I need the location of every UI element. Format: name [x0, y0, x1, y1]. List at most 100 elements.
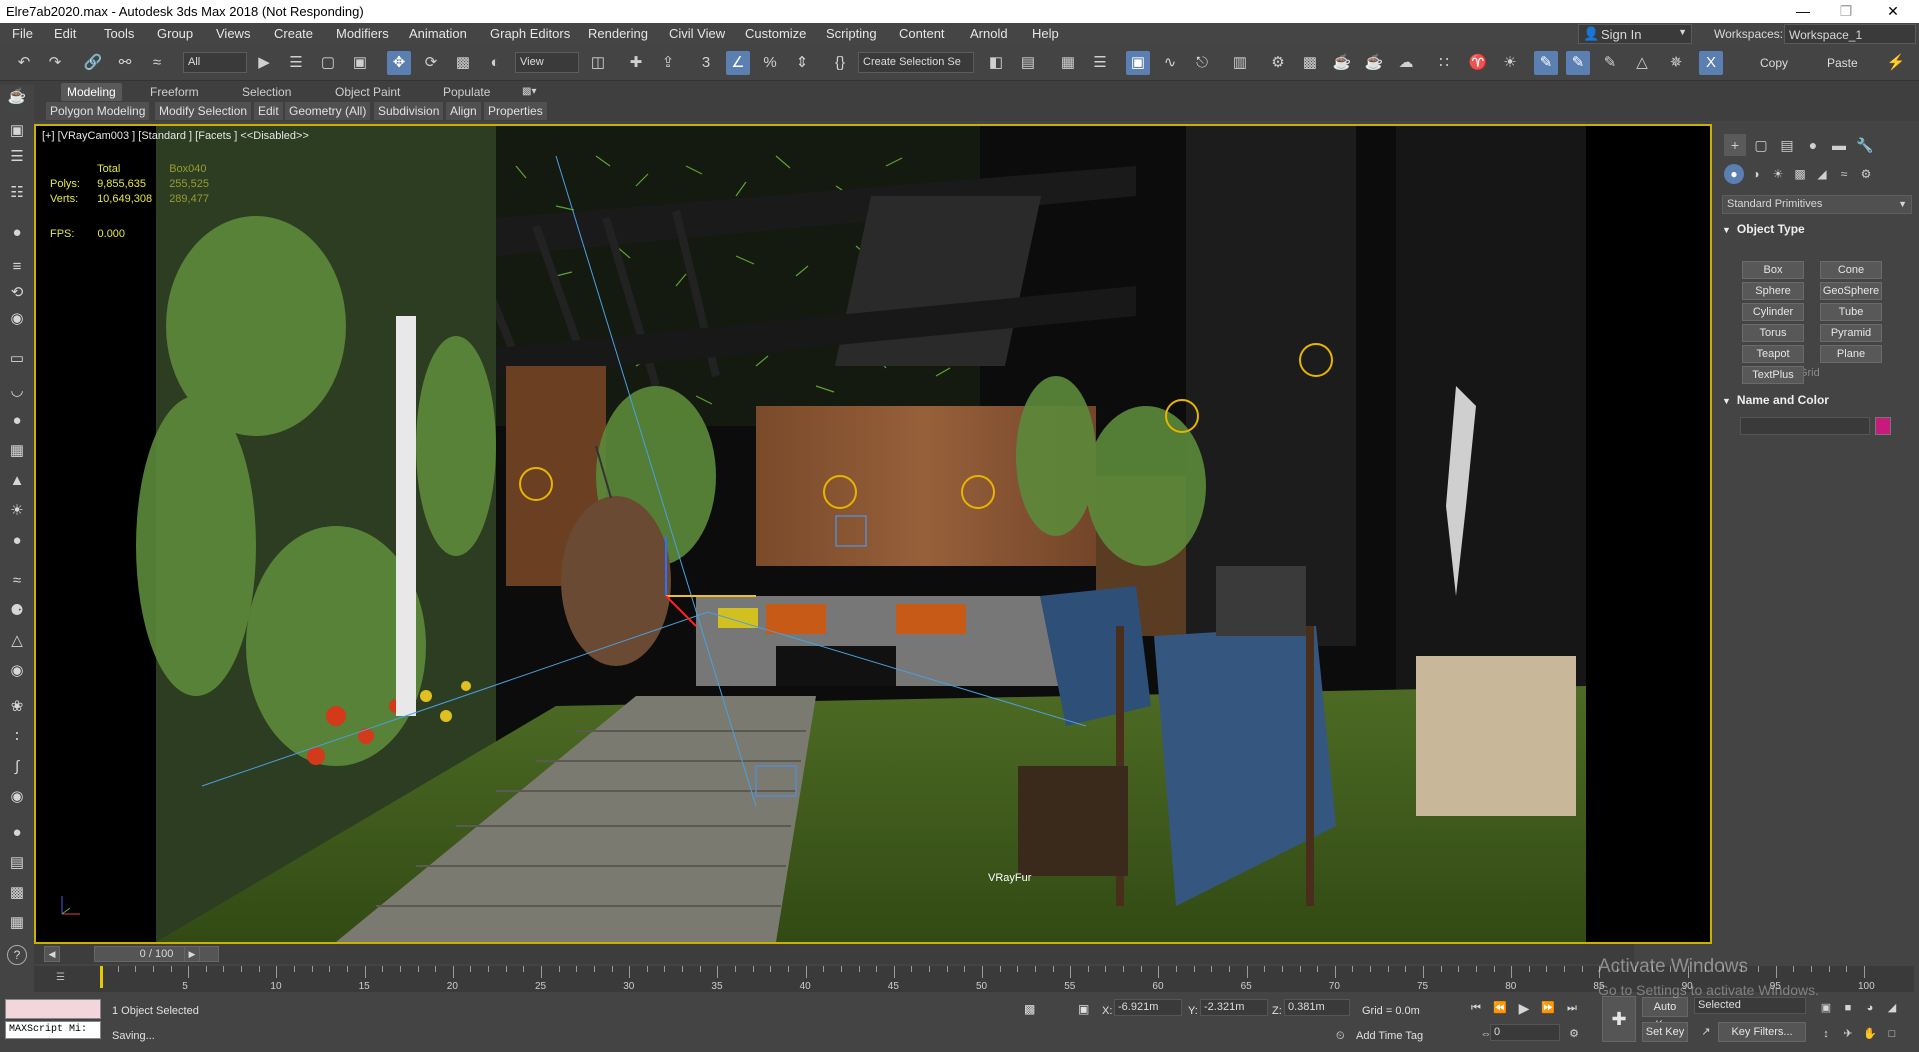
menu-arnold[interactable]: Arnold [970, 26, 1008, 41]
auto-key-button[interactable]: Auto Key [1642, 997, 1688, 1031]
vray-toolbar-icon[interactable]: ∷ [1432, 51, 1456, 75]
key-filters-button[interactable]: Key Filters... [1718, 1022, 1806, 1042]
display-tab-icon[interactable]: ▬ [1828, 134, 1850, 156]
set-keys-icon[interactable]: ✚ [1602, 996, 1636, 1042]
menu-modifiers[interactable]: Modifiers [336, 26, 389, 41]
absolute-mode-icon[interactable]: ▣ [1078, 1002, 1089, 1016]
spacewarps-category-icon[interactable]: ≈ [1834, 164, 1854, 184]
textplus-button[interactable]: TextPlus [1742, 366, 1804, 384]
plant-icon[interactable]: ❀ [5, 695, 29, 719]
link-icon[interactable]: 🔗 [81, 51, 105, 75]
create-tab-icon[interactable]: + [1724, 134, 1746, 156]
time-slider[interactable]: ◀ 0 / 100 ▶ [34, 944, 1634, 964]
render-production-icon[interactable]: ☕ [1330, 51, 1354, 75]
menu-content[interactable]: Content [899, 26, 945, 41]
lights-category-icon[interactable]: ☀ [1768, 164, 1788, 184]
ribbon-options-icon[interactable]: ▩▾ [522, 83, 536, 101]
x-coordinate-field[interactable]: -6.921m [1114, 999, 1182, 1016]
dolly-icon[interactable]: ↕ [1816, 1024, 1836, 1044]
render-sphere-icon[interactable]: ● [5, 821, 29, 845]
lightning-icon[interactable]: ⚡ [1884, 51, 1908, 75]
select-manipulate-icon[interactable]: ✚ [624, 51, 648, 75]
current-frame-field[interactable]: 0 [1490, 1024, 1560, 1041]
align-icon[interactable]: ▤ [1016, 51, 1040, 75]
workspace-dropdown[interactable]: Workspace_1 [1784, 24, 1916, 44]
named-selection-set-dropdown[interactable]: Create Selection Se [858, 52, 974, 73]
select-object-icon[interactable]: ▶ [252, 51, 276, 75]
ribbon-align[interactable]: Align [446, 102, 481, 120]
plane-button[interactable]: Plane [1820, 345, 1882, 363]
vray-proxy-icon[interactable]: ✎ [1598, 51, 1622, 75]
torus-button[interactable]: Torus [1742, 324, 1804, 342]
undo-icon[interactable]: ↶ [12, 51, 36, 75]
select-scale-icon[interactable]: ▩ [451, 51, 475, 75]
schematic-view-icon[interactable]: ⎋ [1190, 51, 1214, 75]
shapes-category-icon[interactable]: ◑ [1746, 164, 1766, 184]
ribbon-modify-selection[interactable]: Modify Selection [155, 102, 252, 120]
menu-group[interactable]: Group [157, 26, 193, 41]
menu-create[interactable]: Create [274, 26, 313, 41]
maximize-viewport-icon[interactable]: □ [1882, 1024, 1902, 1044]
vray-sphere-icon[interactable]: X [1699, 51, 1723, 75]
vray-material-icon[interactable]: ✎ [1566, 51, 1590, 75]
ribbon-subdivision[interactable]: Subdivision [374, 102, 444, 120]
time-slider-thumb[interactable]: 0 / 100 [94, 946, 219, 962]
unlink-icon[interactable]: ⚯ [113, 51, 137, 75]
play-icon[interactable]: ▶ [1514, 998, 1534, 1018]
field-of-view-icon[interactable]: ◢ [1882, 998, 1902, 1018]
rectangular-selection-icon[interactable]: ▢ [316, 51, 340, 75]
selection-filter-dropdown[interactable]: All [183, 52, 247, 73]
sphere-light-icon[interactable]: ● [5, 529, 29, 553]
rendered-frame-window-icon[interactable]: ▩ [1298, 51, 1322, 75]
menu-tools[interactable]: Tools [104, 26, 134, 41]
tube-button[interactable]: Tube [1820, 303, 1882, 321]
menu-customize[interactable]: Customize [745, 26, 806, 41]
systems-category-icon[interactable]: ⚙ [1856, 164, 1876, 184]
pattern-icon[interactable]: ◉ [5, 785, 29, 809]
previous-frame-icon[interactable]: ⏪ [1490, 998, 1510, 1018]
menu-views[interactable]: Views [216, 26, 250, 41]
geometry-category-icon[interactable]: ● [1724, 164, 1744, 184]
cylinder-button[interactable]: Cylinder [1742, 303, 1804, 321]
isolate-selection-icon[interactable]: ▩ [1024, 1002, 1035, 1016]
menu-graph-editors[interactable]: Graph Editors [490, 26, 570, 41]
primitive-type-dropdown[interactable]: Standard Primitives ▼ [1722, 195, 1912, 214]
zoom-all-icon[interactable]: ■ [1838, 998, 1858, 1018]
edit-named-selection-icon[interactable]: {} [828, 51, 852, 75]
zoom-extents-icon[interactable]: ▣ [1816, 998, 1836, 1018]
ribbon-tab-selection[interactable]: Selection [242, 83, 291, 101]
ribbon-polygon-modeling[interactable]: Polygon Modeling [46, 102, 150, 120]
container-icon[interactable]: ▣ [5, 119, 29, 143]
name-and-color-rollout[interactable]: ▼ Name and Color [1722, 392, 1912, 409]
mirror-icon[interactable]: ◧ [984, 51, 1008, 75]
vray-light-icon[interactable]: ♈ [1466, 51, 1490, 75]
teapot-button[interactable]: Teapot [1742, 345, 1804, 363]
object-color-swatch[interactable] [1875, 417, 1891, 435]
geosphere-button[interactable]: GeoSphere [1820, 282, 1882, 300]
redo-icon[interactable]: ↷ [43, 51, 67, 75]
ribbon-edit[interactable]: Edit [254, 102, 283, 120]
maximize-icon[interactable]: ❐ [1826, 0, 1866, 23]
orbit-icon[interactable]: ◕ [1860, 998, 1880, 1018]
menu-scripting[interactable]: Scripting [826, 26, 877, 41]
time-configuration-icon[interactable]: ⚙ [1564, 1024, 1584, 1044]
pan-icon[interactable]: ✋ [1860, 1024, 1880, 1044]
maxscript-mini-listener[interactable]: MAXScript Mi: [5, 1021, 101, 1039]
menu-edit[interactable]: Edit [54, 26, 76, 41]
layer-explorer-icon[interactable]: ☰ [1088, 51, 1112, 75]
box-primitive-icon[interactable]: ▭ [5, 347, 29, 371]
menu-rendering[interactable]: Rendering [588, 26, 648, 41]
hf-icon[interactable]: ∶ [5, 725, 29, 749]
dome-icon[interactable]: ◡ [5, 379, 29, 403]
copy-button[interactable]: Copy [1760, 56, 1788, 70]
bend-icon[interactable]: ∫ [5, 755, 29, 779]
vray-fur-icon[interactable]: △ [1630, 51, 1654, 75]
maxscript-listener[interactable] [5, 999, 101, 1019]
sphere-icon[interactable]: ● [5, 409, 29, 433]
export-icon[interactable]: ▤ [5, 851, 29, 875]
light-bulb-icon[interactable]: ● [5, 221, 29, 245]
select-place-icon[interactable]: ◐ [483, 51, 507, 75]
go-to-end-icon[interactable]: ⏭ [1562, 998, 1582, 1018]
menu-file[interactable]: File [12, 26, 33, 41]
next-frame-arrow-icon[interactable]: ▶ [184, 946, 200, 962]
